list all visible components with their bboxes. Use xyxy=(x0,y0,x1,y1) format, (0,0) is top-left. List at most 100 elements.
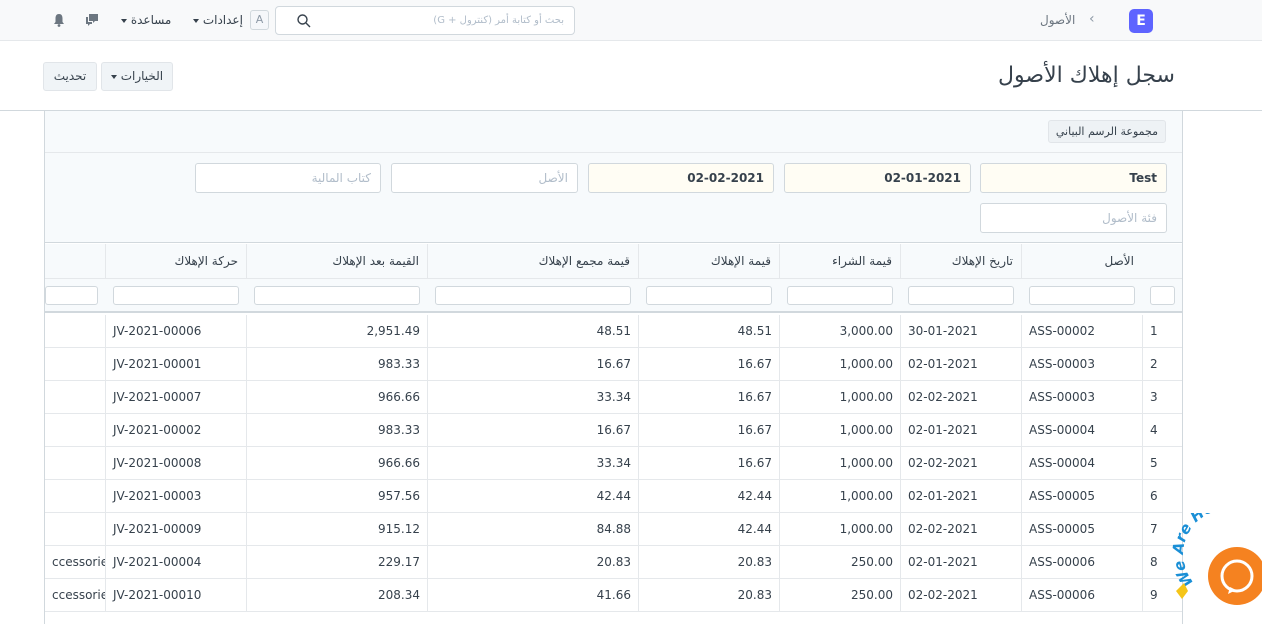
purchase-column-filter-input[interactable] xyxy=(787,286,893,305)
row-index: 4 xyxy=(1142,414,1182,447)
cell-value-after-depreciation: 957.56 xyxy=(246,480,427,513)
table-row[interactable]: 6 ASS-00005 02-01-2021 1,000.00 42.44 42… xyxy=(45,480,1182,513)
cell-asset[interactable]: ASS-00004 xyxy=(1021,447,1142,480)
cell-depreciation-amount: 16.67 xyxy=(638,414,779,447)
chart-group-button[interactable]: مجموعة الرسم البياني xyxy=(1047,120,1166,143)
page-title: سجل إهلاك الأصول xyxy=(998,63,1175,88)
cell-depreciation-amount: 20.83 xyxy=(638,579,779,612)
to-date-filter[interactable]: 02-02-2021 xyxy=(588,163,774,193)
row-index: 6 xyxy=(1142,480,1182,513)
finance-book-filter[interactable]: كتاب المالية xyxy=(195,163,381,193)
asset-filter[interactable]: الأصل xyxy=(391,163,578,193)
cell-depreciation-entry[interactable]: JV-2021-00008 xyxy=(105,447,246,480)
breadcrumb-assets[interactable]: الأصول xyxy=(1040,13,1075,27)
table-row[interactable]: 9 ASS-00006 02-02-2021 250.00 20.83 41.6… xyxy=(45,579,1182,612)
table-row[interactable]: 3 ASS-00003 02-02-2021 1,000.00 16.67 33… xyxy=(45,381,1182,414)
cell-asset-category xyxy=(45,480,105,513)
cell-asset[interactable]: ASS-00003 xyxy=(1021,381,1142,414)
cell-value-after-depreciation: 208.34 xyxy=(246,579,427,612)
cell-asset[interactable]: ASS-00005 xyxy=(1021,480,1142,513)
cell-asset-category xyxy=(45,447,105,480)
asset-category-filter[interactable]: فئة الأصول xyxy=(980,203,1167,233)
cell-purchase-amount: 250.00 xyxy=(779,546,900,579)
column-header-depreciation-date[interactable]: تاريخ الإهلاك xyxy=(900,244,1021,279)
table-row[interactable]: 4 ASS-00004 02-01-2021 1,000.00 16.67 16… xyxy=(45,414,1182,447)
cell-value-after-depreciation: 966.66 xyxy=(246,447,427,480)
category-column-filter-input[interactable] xyxy=(45,286,98,305)
company-filter[interactable]: Test xyxy=(980,163,1167,193)
cell-asset-category xyxy=(45,381,105,414)
cell-depreciation-date: 02-01-2021 xyxy=(900,546,1021,579)
help-menu[interactable]: مساعدة xyxy=(121,13,171,27)
awesome-bar[interactable]: بحث أو كتابة أمر (كنترول + G) xyxy=(275,6,575,35)
cell-value-after-depreciation: 966.66 xyxy=(246,381,427,414)
cell-depreciation-entry[interactable]: JV-2021-00007 xyxy=(105,381,246,414)
table-row[interactable]: 7 ASS-00005 02-02-2021 1,000.00 42.44 84… xyxy=(45,513,1182,546)
depreciation-column-filter-input[interactable] xyxy=(646,286,772,305)
table-row[interactable]: 5 ASS-00004 02-02-2021 1,000.00 16.67 33… xyxy=(45,447,1182,480)
cell-depreciation-date: 02-01-2021 xyxy=(900,480,1021,513)
cell-depreciation-entry[interactable]: JV-2021-00009 xyxy=(105,513,246,546)
column-header-purchase-amount[interactable]: قيمة الشراء xyxy=(779,244,900,279)
cell-depreciation-amount: 16.67 xyxy=(638,447,779,480)
row-index: 2 xyxy=(1142,348,1182,381)
column-header-depreciation-amount[interactable]: قيمة الإهلاك xyxy=(638,244,779,279)
cell-asset-category xyxy=(45,315,105,348)
chart-toolbar: مجموعة الرسم البياني xyxy=(45,111,1182,153)
after-value-column-filter-input[interactable] xyxy=(254,286,420,305)
cell-asset-category xyxy=(45,414,105,447)
chat-widget-button[interactable] xyxy=(1208,547,1262,605)
cell-accumulated-depreciation: 84.88 xyxy=(427,513,638,546)
cell-depreciation-entry[interactable]: JV-2021-00006 xyxy=(105,315,246,348)
column-header-accumulated-depreciation[interactable]: قيمة مجمع الإهلاك xyxy=(427,244,638,279)
asset-column-filter-input[interactable] xyxy=(1029,286,1135,305)
navbar: E ‹ الأصول بحث أو كتابة أمر (كنترول + G)… xyxy=(0,0,1262,41)
cell-depreciation-date: 02-01-2021 xyxy=(900,414,1021,447)
column-header-asset[interactable]: الأصل xyxy=(1021,244,1142,279)
options-button[interactable]: الخيارات xyxy=(101,62,173,91)
column-header-asset-category[interactable] xyxy=(45,244,105,279)
cell-asset-category: ccessories xyxy=(52,555,105,569)
table-header: الأصل تاريخ الإهلاك قيمة الشراء قيمة الإ… xyxy=(45,244,1182,279)
cell-asset[interactable]: ASS-00002 xyxy=(1021,315,1142,348)
cell-purchase-amount: 1,000.00 xyxy=(779,480,900,513)
column-header-depreciation-entry[interactable]: حركة الإهلاك xyxy=(105,244,246,279)
settings-menu[interactable]: إعدادات xyxy=(193,13,243,27)
cell-depreciation-date: 02-02-2021 xyxy=(900,513,1021,546)
row-index: 1 xyxy=(1142,315,1182,348)
refresh-button[interactable]: تحديث xyxy=(43,62,97,91)
cell-depreciation-entry[interactable]: JV-2021-00003 xyxy=(105,480,246,513)
cell-asset[interactable]: ASS-00003 xyxy=(1021,348,1142,381)
app-logo[interactable]: E xyxy=(1129,9,1153,33)
table-row[interactable]: 2 ASS-00003 02-01-2021 1,000.00 16.67 16… xyxy=(45,348,1182,381)
column-header-value-after-depreciation[interactable]: القيمة بعد الإهلاك xyxy=(246,244,427,279)
cell-purchase-amount: 3,000.00 xyxy=(779,315,900,348)
options-label: الخيارات xyxy=(120,69,164,83)
index-filter-input[interactable] xyxy=(1150,286,1175,305)
cell-depreciation-entry[interactable]: JV-2021-00001 xyxy=(105,348,246,381)
from-date-filter[interactable]: 02-01-2021 xyxy=(784,163,971,193)
cell-asset-category xyxy=(45,513,105,546)
cell-depreciation-entry[interactable]: JV-2021-00010 xyxy=(105,579,246,612)
cell-asset[interactable]: ASS-00006 xyxy=(1021,546,1142,579)
avatar[interactable]: A xyxy=(250,10,269,30)
date-column-filter-input[interactable] xyxy=(908,286,1014,305)
cell-depreciation-entry[interactable]: JV-2021-00002 xyxy=(105,414,246,447)
chat-bubbles-icon[interactable] xyxy=(84,12,100,28)
cell-asset[interactable]: ASS-00006 xyxy=(1021,579,1142,612)
cell-asset[interactable]: ASS-00004 xyxy=(1021,414,1142,447)
help-label: مساعدة xyxy=(130,13,172,27)
cell-value-after-depreciation: 983.33 xyxy=(246,348,427,381)
cell-accumulated-depreciation: 42.44 xyxy=(427,480,638,513)
bell-icon[interactable] xyxy=(51,12,67,28)
table-row[interactable]: 8 ASS-00006 02-01-2021 250.00 20.83 20.8… xyxy=(45,546,1182,579)
entry-column-filter-input[interactable] xyxy=(113,286,239,305)
cell-depreciation-entry[interactable]: JV-2021-00004 xyxy=(105,546,246,579)
table-row[interactable]: 1 ASS-00002 30-01-2021 3,000.00 48.51 48… xyxy=(45,315,1182,348)
cell-asset[interactable]: ASS-00005 xyxy=(1021,513,1142,546)
accumulated-column-filter-input[interactable] xyxy=(435,286,631,305)
cell-depreciation-date: 30-01-2021 xyxy=(900,315,1021,348)
cell-depreciation-amount: 48.51 xyxy=(638,315,779,348)
settings-label: إعدادات xyxy=(202,13,243,27)
cell-purchase-amount: 1,000.00 xyxy=(779,447,900,480)
